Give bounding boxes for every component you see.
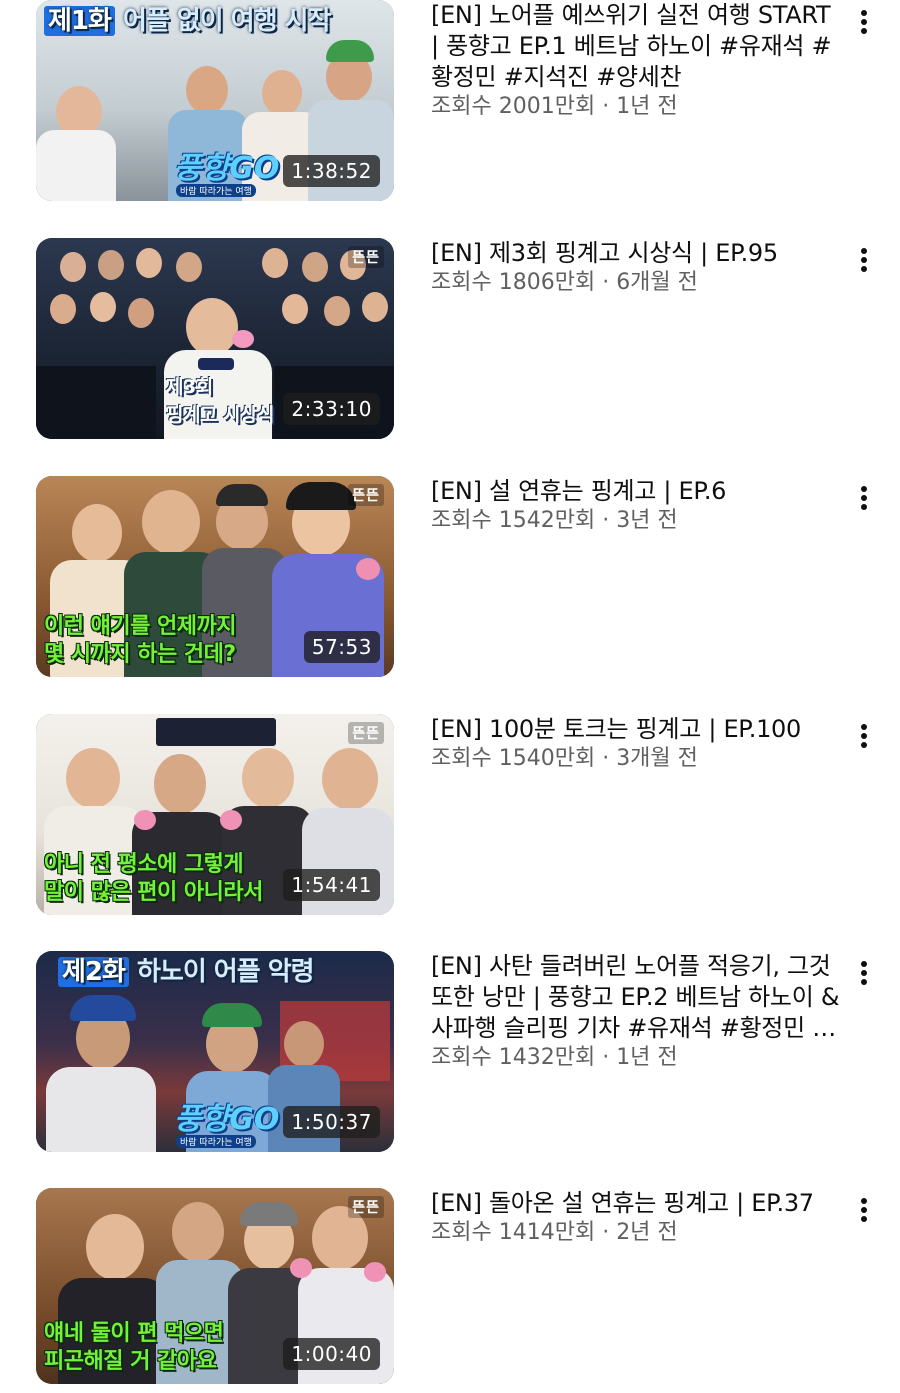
video-meta: 조회수 1540만회 · 3개월 전 [431, 744, 841, 773]
banner-episode: 제1화 [44, 6, 115, 36]
video-title[interactable]: [EN] 돌아온 설 연휴는 핑계고 | EP.37 [431, 1188, 841, 1219]
banner-text: 하노이 어플 악령 [137, 957, 315, 987]
thumbnail-caption: 이런 얘기를 언제까지 몇 시까지 하는 건데? [44, 614, 236, 667]
thumbnail-banner: 제1화 어플 없이 여행 시작 [44, 4, 332, 38]
video-meta: 조회수 1542만회 · 3년 전 [431, 506, 841, 535]
view-count: 조회수 1806만회 [431, 270, 596, 295]
video-meta: 조회수 1806만회 · 6개월 전 [431, 268, 841, 297]
meta-separator: · [602, 746, 610, 771]
meta-separator: · [602, 270, 610, 295]
meta-separator: · [602, 94, 610, 119]
video-info: [EN] 제3회 핑계고 시상식 | EP.95 조회수 1806만회 · 6개… [431, 238, 841, 297]
video-item[interactable]: 뜬뜬 제3회 핑계고 시상식 2:33:10 [EN] 제3회 핑계고 시상식 … [0, 238, 900, 443]
video-info: [EN] 노어플 예쓰위기 실전 여행 START | 풍향고 EP.1 베트남… [431, 0, 841, 121]
video-title[interactable]: [EN] 제3회 핑계고 시상식 | EP.95 [431, 238, 841, 269]
video-item[interactable]: 제1화 어플 없이 여행 시작 풍향GO 바람 따라가는 여행 1:38:52 … [0, 0, 900, 205]
video-title[interactable]: [EN] 설 연휴는 핑계고 | EP.6 [431, 476, 841, 507]
view-count: 조회수 1414만회 [431, 1220, 596, 1245]
thumbnail-caption: 아니 전 평소에 그렇게 말이 많은 편이 아니라서 [44, 852, 263, 905]
view-count: 조회수 2001만회 [431, 94, 596, 119]
meta-separator: · [602, 1045, 610, 1070]
view-count: 조회수 1542만회 [431, 508, 596, 533]
channel-logo: 뜬뜬 [348, 246, 384, 268]
duration-badge: 1:00:40 [283, 1338, 380, 1370]
upload-age: 3년 전 [616, 508, 678, 533]
video-info: [EN] 돌아온 설 연휴는 핑계고 | EP.37 조회수 1414만회 · … [431, 1188, 841, 1247]
duration-badge: 1:50:37 [283, 1106, 380, 1138]
video-info: [EN] 100분 토크는 핑계고 | EP.100 조회수 1540만회 · … [431, 714, 841, 773]
thumbnail-caption: 제3회 핑계고 시상식 [166, 376, 275, 426]
upload-age: 2년 전 [616, 1220, 678, 1245]
upload-age: 3개월 전 [616, 746, 698, 771]
video-item[interactable]: 뜬뜬 아니 전 평소에 그렇게 말이 많은 편이 아니라서 1:54:41 [E… [0, 714, 900, 919]
duration-badge: 57:53 [303, 631, 380, 663]
channel-logo: 뜬뜬 [348, 1196, 384, 1218]
upload-age: 1년 전 [616, 1045, 678, 1070]
banner-episode: 제2화 [58, 957, 129, 987]
video-thumbnail[interactable]: 뜬뜬 아니 전 평소에 그렇게 말이 많은 편이 아니라서 1:54:41 [36, 714, 394, 915]
more-options-icon[interactable] [846, 2, 882, 38]
thumbnail-banner: 제2화 하노이 어플 악령 [58, 955, 315, 989]
video-meta: 조회수 1414만회 · 2년 전 [431, 1218, 841, 1247]
meta-separator: · [602, 508, 610, 533]
meta-separator: · [602, 1220, 610, 1245]
video-item[interactable]: 뜬뜬 얘네 둘이 편 먹으면 피곤해질 거 같아요 1:00:40 [EN] 돌… [0, 1188, 900, 1393]
more-options-icon[interactable] [846, 716, 882, 752]
video-meta: 조회수 1432만회 · 1년 전 [431, 1043, 841, 1072]
more-options-icon[interactable] [846, 240, 882, 276]
channel-logo: 뜬뜬 [348, 722, 384, 744]
more-options-icon[interactable] [846, 953, 882, 989]
upload-age: 1년 전 [616, 94, 678, 119]
video-thumbnail[interactable]: 뜬뜬 얘네 둘이 편 먹으면 피곤해질 거 같아요 1:00:40 [36, 1188, 394, 1384]
more-options-icon[interactable] [846, 1190, 882, 1226]
video-item[interactable]: 뜬뜬 이런 얘기를 언제까지 몇 시까지 하는 건데? 57:53 [EN] 설… [0, 476, 900, 681]
video-title[interactable]: [EN] 사탄 들려버린 노어플 적응기, 그것 또한 낭만 | 풍향고 EP.… [431, 951, 841, 1044]
show-logo: 풍향GO [174, 151, 280, 186]
duration-badge: 2:33:10 [283, 393, 380, 425]
video-title[interactable]: [EN] 노어플 예쓰위기 실전 여행 START | 풍향고 EP.1 베트남… [431, 0, 841, 93]
video-thumbnail[interactable]: 뜬뜬 이런 얘기를 언제까지 몇 시까지 하는 건데? 57:53 [36, 476, 394, 677]
video-thumbnail[interactable]: 제2화 하노이 어플 악령 풍향GO 바람 따라가는 여행 1:50:37 [36, 951, 394, 1152]
duration-badge: 1:38:52 [283, 155, 380, 187]
view-count: 조회수 1540만회 [431, 746, 596, 771]
show-logo-subtitle: 바람 따라가는 여행 [176, 184, 256, 197]
more-options-icon[interactable] [846, 478, 882, 514]
banner-text: 어플 없이 여행 시작 [123, 6, 332, 36]
duration-badge: 1:54:41 [283, 869, 380, 901]
show-logo-subtitle: 바람 따라가는 여행 [176, 1135, 256, 1148]
show-logo: 풍향GO [174, 1102, 280, 1137]
video-info: [EN] 사탄 들려버린 노어플 적응기, 그것 또한 낭만 | 풍향고 EP.… [431, 951, 841, 1072]
thumbnail-caption: 얘네 둘이 편 먹으면 피곤해질 거 같아요 [44, 1321, 224, 1374]
video-info: [EN] 설 연휴는 핑계고 | EP.6 조회수 1542만회 · 3년 전 [431, 476, 841, 535]
upload-age: 6개월 전 [616, 270, 698, 295]
channel-logo: 뜬뜬 [348, 484, 384, 506]
video-meta: 조회수 2001만회 · 1년 전 [431, 92, 841, 121]
video-thumbnail[interactable]: 제1화 어플 없이 여행 시작 풍향GO 바람 따라가는 여행 1:38:52 [36, 0, 394, 201]
video-title[interactable]: [EN] 100분 토크는 핑계고 | EP.100 [431, 714, 841, 745]
video-list: 제1화 어플 없이 여행 시작 풍향GO 바람 따라가는 여행 1:38:52 … [0, 0, 900, 1384]
video-thumbnail[interactable]: 뜬뜬 제3회 핑계고 시상식 2:33:10 [36, 238, 394, 439]
view-count: 조회수 1432만회 [431, 1045, 596, 1070]
video-item[interactable]: 제2화 하노이 어플 악령 풍향GO 바람 따라가는 여행 1:50:37 [E… [0, 951, 900, 1156]
